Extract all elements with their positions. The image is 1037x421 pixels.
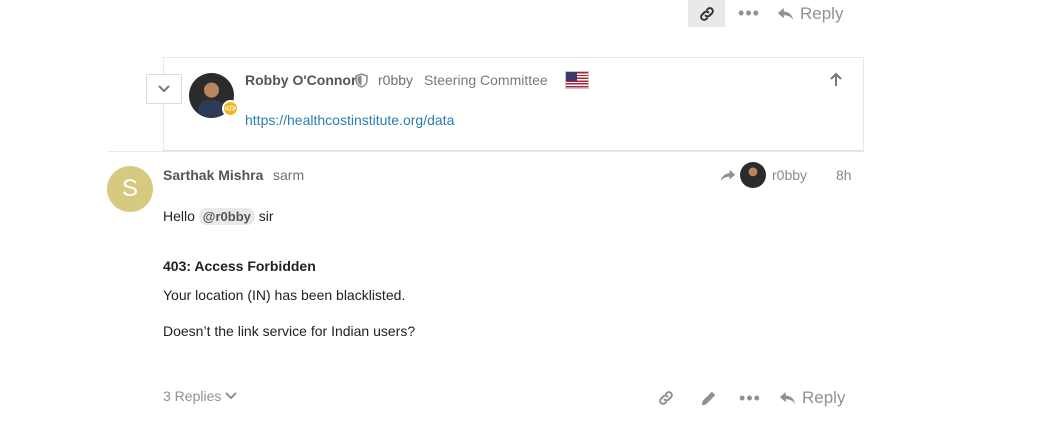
more-options-button[interactable]: •••	[729, 385, 771, 411]
reply-button-top[interactable]: Reply	[773, 0, 843, 27]
reply-icon	[779, 392, 796, 404]
pencil-icon	[701, 391, 715, 405]
greeting-suffix: sir	[258, 208, 274, 224]
post-author-name[interactable]: Sarthak Mishra	[163, 167, 263, 183]
more-options-button[interactable]: •••	[725, 0, 773, 27]
post-divider	[107, 151, 864, 152]
chevron-down-icon	[158, 85, 170, 93]
body-line-2: Doesn’t the link service for Indian user…	[163, 323, 416, 339]
greeting-prefix: Hello	[163, 208, 195, 224]
embedded-username[interactable]: r0bby	[378, 72, 413, 88]
previous-post-actions: ••• Reply	[688, 0, 843, 27]
embedded-link[interactable]: https://healthcostinstitute.org/data	[245, 112, 454, 128]
collapse-embed-button[interactable]	[146, 74, 182, 104]
chevron-down-icon	[225, 392, 238, 400]
flair-badge-icon: </>	[222, 100, 239, 117]
shield-icon	[355, 73, 368, 88]
link-icon	[699, 6, 714, 21]
us-flag-icon	[565, 71, 589, 89]
copy-link-button[interactable]	[688, 0, 725, 27]
copy-link-button[interactable]	[645, 385, 687, 411]
reply-to-avatar	[740, 162, 766, 188]
embedded-user-title: Steering Committee	[424, 72, 548, 88]
embedded-author-name[interactable]: Robby O'Connor	[245, 72, 356, 88]
post-username[interactable]: sarm	[273, 167, 304, 183]
more-dots-icon: •••	[739, 387, 761, 408]
more-dots-icon: •••	[738, 3, 760, 23]
body-line-1: Your location (IN) has been blacklisted.	[163, 287, 406, 303]
edit-button[interactable]	[687, 385, 729, 411]
reply-button[interactable]: Reply	[779, 388, 845, 408]
reply-icon	[777, 7, 794, 20]
avatar[interactable]: S	[107, 166, 153, 212]
reply-label: Reply	[802, 388, 846, 407]
error-heading: 403: Access Forbidden	[163, 258, 316, 274]
arrow-up-icon[interactable]	[828, 72, 844, 88]
replies-label: 3 Replies	[163, 388, 222, 404]
reply-to-tab[interactable]: r0bby	[720, 162, 807, 188]
reply-to-username: r0bby	[772, 167, 808, 183]
link-icon	[659, 391, 673, 405]
show-replies-button[interactable]: 3 Replies	[163, 388, 238, 404]
post-date[interactable]: 8h	[836, 167, 852, 183]
user-mention[interactable]: @r0bby	[198, 208, 255, 225]
greeting-line: Hello @r0bby sir	[163, 206, 274, 227]
reply-label: Reply	[800, 3, 844, 23]
avatar-initial: S	[121, 175, 138, 202]
post-actions: ••• Reply	[645, 385, 845, 411]
share-arrow-icon	[720, 169, 736, 181]
